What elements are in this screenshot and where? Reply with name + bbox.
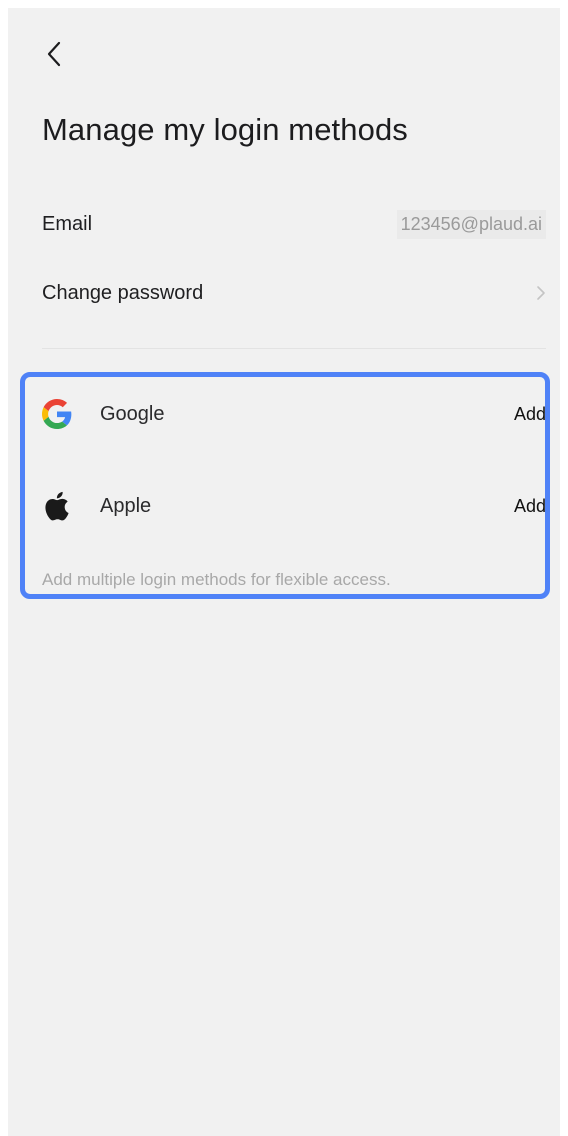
email-row: Email 123456@plaud.ai: [42, 202, 546, 246]
add-apple-button[interactable]: Add: [514, 496, 546, 517]
chevron-left-icon: [47, 41, 61, 67]
back-button[interactable]: [34, 34, 74, 74]
divider: [42, 348, 546, 349]
google-icon: [42, 397, 76, 431]
change-password-label: Change password: [42, 281, 204, 304]
login-methods-hint: Add multiple login methods for flexible …: [42, 570, 391, 589]
apple-label: Apple: [100, 494, 152, 517]
email-label: Email: [42, 212, 93, 235]
add-google-button[interactable]: Add: [514, 404, 546, 425]
screen: Manage my login methods Email 123456@pla…: [8, 8, 560, 1136]
apple-login-row: Apple Add: [42, 481, 546, 531]
page-title: Manage my login methods: [42, 112, 408, 147]
apple-icon: [42, 489, 76, 523]
chevron-right-icon: [536, 285, 546, 301]
change-password-row[interactable]: Change password: [42, 271, 546, 315]
google-label: Google: [100, 402, 165, 425]
google-login-row: Google Add: [42, 389, 546, 439]
email-value: 123456@plaud.ai: [396, 209, 546, 239]
